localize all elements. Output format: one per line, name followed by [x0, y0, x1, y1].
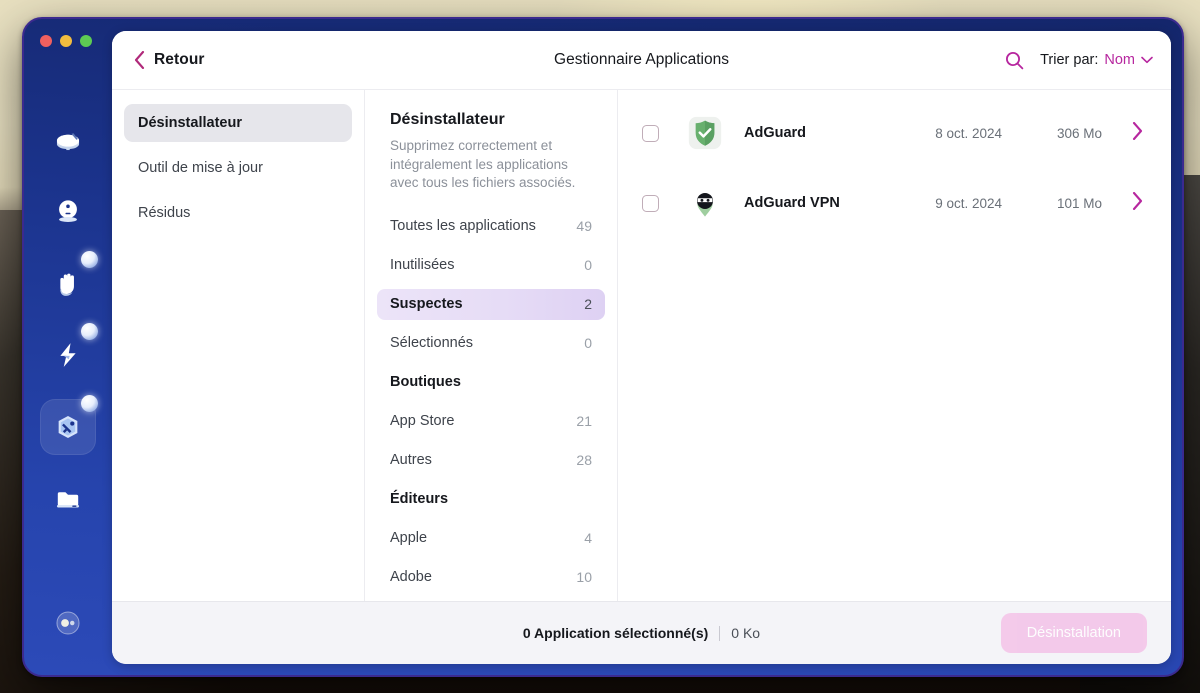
status-dot — [81, 323, 98, 340]
filter-suspicious[interactable]: Suspectes 2 — [377, 288, 605, 320]
content-body: Désinstallateur Outil de mise à jour Résid… — [112, 89, 1171, 601]
selected-count-label: 0 Application sélectionné(s) — [522, 625, 709, 641]
chevron-down-icon — [1141, 56, 1153, 64]
sort-by-dropdown[interactable]: Trier par: Nom — [1040, 52, 1153, 68]
sidebar-item-label: Désinstallateur — [138, 115, 242, 131]
application-date: 8 oct. 2024 — [935, 125, 1002, 141]
application-name: AdGuard — [744, 125, 807, 141]
status-dot — [81, 395, 98, 412]
close-button[interactable] — [40, 35, 52, 47]
filter-label: Suspectes — [390, 296, 463, 313]
dock-item-files[interactable] — [40, 471, 96, 527]
maximize-button[interactable] — [80, 35, 92, 47]
chevron-right-icon[interactable] — [1132, 191, 1143, 215]
application-date: 9 oct. 2024 — [935, 195, 1002, 211]
filter-count: 49 — [576, 218, 592, 235]
filter-label: Inutilisées — [390, 257, 455, 274]
filter-count: 2 — [584, 296, 592, 313]
disk-broom-icon — [56, 133, 80, 151]
filter-app-store[interactable]: App Store 21 — [377, 406, 605, 437]
filter-others[interactable]: Autres 28 — [377, 445, 605, 476]
filter-count: 0 — [584, 335, 592, 352]
titlebar-actions: Trier par: Nom — [1005, 51, 1153, 70]
filter-label: Adobe — [390, 569, 432, 586]
application-size: 306 Mo — [1056, 125, 1102, 141]
application-window: Retour Gestionnaire Applications Trier p… — [22, 17, 1184, 677]
titlebar: Retour Gestionnaire Applications Trier p… — [112, 31, 1171, 89]
application-row[interactable]: AdGuard VPN 9 oct. 2024 101 Mo — [618, 168, 1171, 238]
hand-icon — [60, 273, 74, 296]
minimize-button[interactable] — [60, 35, 72, 47]
back-button[interactable]: Retour — [134, 51, 205, 69]
chevron-left-icon — [134, 51, 145, 69]
filter-count: 0 — [584, 257, 592, 274]
filter-group-vendors: Éditeurs — [377, 484, 605, 515]
sidebar-item-uninstaller[interactable]: Désinstallateur — [124, 104, 352, 142]
adguard-shield-icon — [688, 116, 722, 150]
sidebar-item-leftovers[interactable]: Résidus — [124, 194, 352, 232]
dock-item-cleanup[interactable] — [40, 111, 96, 167]
status-divider — [719, 625, 721, 641]
chevron-right-icon[interactable] — [1132, 121, 1143, 145]
filter-count: 28 — [576, 452, 592, 469]
back-label: Retour — [154, 51, 205, 68]
orb-icon — [56, 611, 80, 635]
sort-by-value: Nom — [1104, 52, 1135, 68]
filter-selected[interactable]: Sélectionnés 0 — [377, 328, 605, 359]
filter-panel-title: Désinstallateur — [390, 111, 505, 128]
adguard-shield-icon — [688, 116, 722, 150]
filter-label: App Store — [390, 413, 455, 430]
folder-icon — [56, 492, 80, 508]
filter-label: Boutiques — [390, 374, 461, 391]
section-nav-panel: Désinstallateur Outil de mise à jour Résid… — [112, 90, 365, 601]
filter-panel: Désinstallateur Supprimez correctement e… — [365, 90, 618, 601]
sidebar-item-label: Résidus — [138, 205, 191, 221]
filter-count: 10 — [576, 569, 592, 586]
filter-label: Toutes les applications — [390, 218, 536, 235]
filter-label: Sélectionnés — [390, 335, 474, 352]
dock-item-smart-scan[interactable] — [40, 183, 96, 239]
filter-label: Autres — [390, 452, 432, 469]
dock-item-performance[interactable] — [40, 323, 98, 383]
filter-adobe[interactable]: Adobe 10 — [377, 562, 605, 593]
filter-group-stores: Boutiques — [377, 367, 605, 398]
dock-item-applications[interactable] — [40, 395, 98, 455]
application-checkbox[interactable] — [642, 124, 659, 142]
application-size: 101 Mo — [1056, 195, 1102, 211]
filter-label: Apple — [390, 530, 428, 547]
application-checkbox[interactable] — [642, 194, 659, 212]
application-list: AdGuard 8 oct. 2024 306 Mo AdGuard VPN 9 oct… — [618, 90, 1171, 601]
traffic-lights — [40, 35, 92, 47]
adguard-vpn-ninja-icon — [697, 192, 713, 217]
scan-face-icon — [59, 200, 77, 223]
filter-count: 21 — [576, 413, 592, 430]
adguard-vpn-ninja-icon — [688, 186, 722, 220]
footer-bar: 0 Application sélectionné(s) 0 Ko Désins… — [112, 601, 1171, 664]
filter-unused[interactable]: Inutilisées 0 — [377, 250, 605, 281]
application-row[interactable]: AdGuard 8 oct. 2024 306 Mo — [618, 98, 1171, 168]
filter-panel-description: Supprimez correctement et intégralement … — [390, 138, 576, 191]
filter-list: Toutes les applications 49 Inutilisées 0 Sus… — [377, 211, 605, 593]
desktop-background: Retour Gestionnaire Applications Trier p… — [0, 0, 1200, 693]
filter-count: 4 — [584, 530, 592, 547]
application-name: AdGuard VPN — [744, 195, 840, 211]
search-icon[interactable] — [1005, 51, 1024, 70]
filter-all-applications[interactable]: Toutes les applications 49 — [377, 211, 605, 242]
lightning-icon — [60, 343, 76, 367]
sort-by-label: Trier par: — [1040, 52, 1099, 68]
main-card: Retour Gestionnaire Applications Trier p… — [112, 31, 1171, 664]
status-dot — [81, 251, 98, 268]
dock-item-protection[interactable] — [40, 251, 98, 311]
sidebar-item-updater[interactable]: Outil de mise à jour — [124, 149, 352, 187]
filter-label: Éditeurs — [390, 491, 449, 508]
selected-size-label: 0 Ko — [731, 625, 761, 641]
uninstall-button[interactable]: Désinstallation — [1000, 613, 1147, 653]
app-dock — [24, 19, 112, 675]
hexagon-tools-icon — [58, 415, 78, 439]
sidebar-item-label: Outil de mise à jour — [138, 160, 263, 176]
dock-item-account[interactable] — [40, 595, 96, 651]
filter-apple[interactable]: Apple 4 — [377, 523, 605, 554]
